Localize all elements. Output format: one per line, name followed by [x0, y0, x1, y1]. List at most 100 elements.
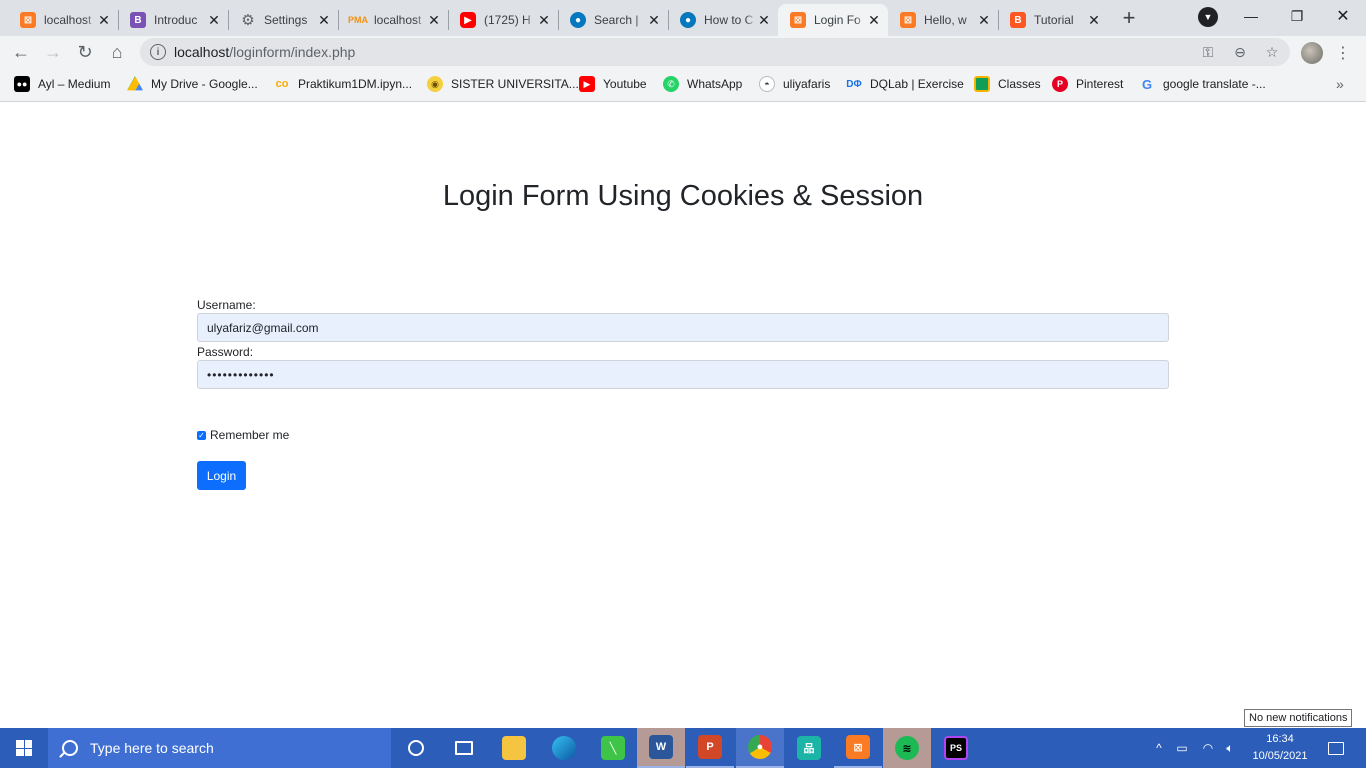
- new-tab-button[interactable]: +: [1117, 5, 1141, 30]
- bookmark-item[interactable]: ✆ WhatsApp: [663, 76, 742, 92]
- chrome-icon: ●: [748, 735, 772, 759]
- taskbar-app-notes[interactable]: ╲: [589, 728, 637, 768]
- start-button[interactable]: [0, 728, 48, 768]
- key-icon[interactable]: ⚿: [1200, 44, 1216, 60]
- notification-icon: [1328, 741, 1344, 755]
- back-button[interactable]: ←: [9, 40, 33, 64]
- more-menu-icon[interactable]: ⋮: [1335, 42, 1351, 64]
- home-button[interactable]: ⌂: [105, 40, 129, 64]
- browser-tab[interactable]: B Introduc ✕: [118, 4, 228, 36]
- wifi-icon[interactable]: ◠: [1198, 728, 1218, 768]
- bookmark-item[interactable]: G google translate -...: [1139, 76, 1266, 92]
- browser-toolbar: ← → ↻ ⌂ i localhost/loginform/index.php …: [0, 36, 1366, 68]
- drupal-icon: ●: [680, 12, 696, 28]
- close-tab-icon[interactable]: ✕: [316, 12, 332, 28]
- close-tab-icon[interactable]: ✕: [756, 12, 772, 28]
- taskbar-app-phpstorm[interactable]: PS: [932, 728, 980, 768]
- bookmarks-overflow-icon[interactable]: »: [1336, 76, 1344, 92]
- bookmark-item[interactable]: co Praktikum1DM.ipyn...: [274, 76, 412, 92]
- close-tab-icon[interactable]: ✕: [536, 12, 552, 28]
- close-tab-icon[interactable]: ✕: [206, 12, 222, 28]
- tab-search-icon[interactable]: ▼: [1198, 7, 1218, 27]
- taskbar-app-spotify[interactable]: ≋: [883, 728, 931, 768]
- close-tab-icon[interactable]: ✕: [96, 12, 112, 28]
- taskbar-app-powerpoint[interactable]: P: [686, 728, 734, 768]
- action-center-button[interactable]: [1316, 728, 1356, 768]
- windows-taskbar: Type here to search ╲ W P ● 品 ⊠ ≋ PS ^ ▭…: [0, 728, 1366, 768]
- star-icon[interactable]: ☆: [1264, 44, 1280, 60]
- windows-logo-icon: [16, 740, 32, 756]
- address-url[interactable]: localhost/loginform/index.php: [174, 44, 355, 60]
- minimize-button[interactable]: —: [1228, 0, 1274, 32]
- taskbar-app-network[interactable]: 品: [785, 728, 833, 768]
- search-icon: [62, 740, 78, 756]
- site-info-icon[interactable]: i: [150, 44, 166, 60]
- bookmark-item[interactable]: Classes: [974, 76, 1041, 92]
- taskbar-app-explorer[interactable]: [490, 728, 538, 768]
- zoom-icon[interactable]: ⊖: [1232, 44, 1248, 60]
- close-tab-icon[interactable]: ✕: [1086, 12, 1102, 28]
- address-bar[interactable]: i localhost/loginform/index.php ⚿ ⊖ ☆: [140, 38, 1290, 66]
- pinterest-icon: P: [1052, 76, 1068, 92]
- close-tab-icon[interactable]: ✕: [646, 12, 662, 28]
- bookmark-item[interactable]: My Drive - Google...: [127, 76, 258, 92]
- bookmark-item[interactable]: DΦ DQLab | Exercise: [846, 76, 964, 92]
- browser-tab[interactable]: ⊠ Hello, w ✕: [888, 4, 998, 36]
- browser-tab[interactable]: ⊠ localhost ✕: [8, 4, 118, 36]
- browser-tab[interactable]: ▶ (1725) H ✕: [448, 4, 558, 36]
- browser-tab[interactable]: ● How to C ✕: [668, 4, 778, 36]
- browser-tab[interactable]: PMA localhost ✕: [338, 4, 448, 36]
- browser-tab[interactable]: ⚙ Settings ✕: [228, 4, 338, 36]
- browser-tab[interactable]: ● Search | ✕: [558, 4, 668, 36]
- drupal-icon: ●: [570, 12, 586, 28]
- taskbar-app-word[interactable]: W: [637, 728, 685, 768]
- colab-icon: co: [275, 78, 289, 90]
- gear-icon: ⚙: [241, 12, 255, 29]
- bookmark-item[interactable]: ◉ SISTER UNIVERSITA...: [427, 76, 579, 92]
- close-tab-icon[interactable]: ✕: [866, 12, 882, 28]
- show-hidden-icons-button[interactable]: ^: [1150, 728, 1168, 768]
- bookmark-item[interactable]: ▶ Youtube: [579, 76, 647, 92]
- task-view-button[interactable]: [440, 728, 488, 768]
- taskbar-app-edge[interactable]: [540, 728, 588, 768]
- close-tab-icon[interactable]: ✕: [976, 12, 992, 28]
- password-input[interactable]: [197, 360, 1169, 389]
- remember-me-label: Remember me: [210, 428, 290, 442]
- cortana-icon: [408, 740, 424, 756]
- cortana-button[interactable]: [392, 728, 440, 768]
- phpstorm-icon: PS: [944, 736, 968, 760]
- volume-icon[interactable]: 🔈︎: [1220, 728, 1240, 768]
- forward-button[interactable]: →: [41, 40, 65, 64]
- close-window-button[interactable]: ✕: [1320, 0, 1366, 32]
- browser-tab-strip: ⊠ localhost ✕ B Introduc ✕ ⚙ Settings ✕ …: [0, 0, 1366, 36]
- bookmark-item[interactable]: P Pinterest: [1052, 76, 1123, 92]
- profile-avatar[interactable]: [1301, 42, 1323, 64]
- word-icon: W: [649, 735, 673, 759]
- battery-icon[interactable]: ▭: [1172, 728, 1192, 768]
- username-input[interactable]: [197, 313, 1169, 342]
- file-explorer-icon: [502, 736, 526, 760]
- spotify-icon: ≋: [895, 736, 919, 760]
- bookmark-item[interactable]: ●● Ayl – Medium: [14, 76, 110, 92]
- taskbar-app-xampp[interactable]: ⊠: [834, 728, 882, 768]
- network-diagram-icon: 品: [797, 736, 821, 760]
- login-button[interactable]: Login: [197, 461, 246, 490]
- close-tab-icon[interactable]: ✕: [426, 12, 442, 28]
- reload-button[interactable]: ↻: [73, 40, 97, 64]
- bootstrap-icon: B: [130, 12, 146, 28]
- taskbar-search[interactable]: Type here to search: [48, 728, 391, 768]
- browser-tab-active[interactable]: ⊠ Login Fo ✕: [778, 4, 888, 36]
- bookmark-item[interactable]: ◓ uliyafaris: [759, 76, 830, 92]
- remember-me-row[interactable]: ✓ Remember me: [197, 428, 289, 442]
- taskbar-app-chrome[interactable]: ●: [736, 728, 784, 768]
- browser-tab[interactable]: B Tutorial ✕: [998, 4, 1108, 36]
- restore-button[interactable]: ❐: [1274, 0, 1320, 32]
- taskbar-clock[interactable]: 16:34 10/05/2021: [1252, 731, 1308, 765]
- google-drive-icon: [127, 76, 143, 91]
- xampp-icon: ⊠: [900, 12, 916, 28]
- medium-icon: ●●: [14, 76, 30, 92]
- remember-me-checkbox[interactable]: ✓: [197, 430, 206, 440]
- clock-time: 16:34: [1266, 733, 1294, 745]
- page-title: Login Form Using Cookies & Session: [442, 180, 924, 212]
- taskbar-search-placeholder: Type here to search: [90, 740, 214, 756]
